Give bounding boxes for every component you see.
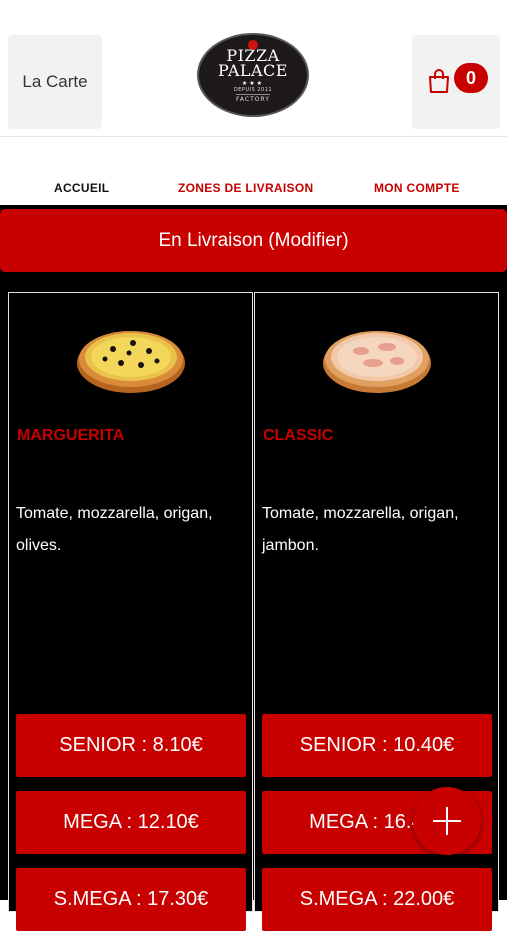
logo-stars: ★★★ — [241, 80, 265, 87]
product-description: Tomate, mozzarella, origan, olives. — [16, 505, 213, 554]
price-button-senior[interactable]: SENIOR : 10.40€ — [262, 714, 492, 777]
pizza-palace-logo[interactable]: PIZZA PALACE ★★★ DEPUIS 2011 FACTORY — [197, 33, 309, 117]
nav-mon-compte[interactable]: MON COMPTE — [374, 181, 460, 195]
product-card-marguerita[interactable]: MARGUERITA Tomate, mozzarella, origan, o… — [8, 292, 253, 931]
nav-zones-de-livraison[interactable]: ZONES DE LIVRAISON — [178, 181, 313, 195]
classic-pizza-image — [323, 331, 431, 393]
product-name: MARGUERITA — [17, 427, 125, 444]
logo-dot — [248, 40, 258, 50]
marguerita-pizza-image — [77, 331, 185, 393]
nav-accueil[interactable]: ACCUEIL — [54, 181, 109, 195]
cart-count-badge: 0 — [454, 63, 488, 93]
price-button-senior[interactable]: SENIOR : 8.10€ — [16, 714, 246, 777]
add-floating-button[interactable] — [413, 787, 481, 855]
logo-sub2: FACTORY — [236, 93, 270, 103]
main-nav: ACCUEIL ZONES DE LIVRAISON MON COMPTE — [0, 137, 507, 205]
plus-icon — [433, 807, 461, 835]
la-carte-button[interactable]: La Carte — [8, 35, 102, 129]
shopping-bag-icon — [429, 69, 449, 93]
logo-sub: DEPUIS 2011 — [233, 86, 273, 93]
price-button-mega[interactable]: MEGA : 12.10€ — [16, 791, 246, 854]
delivery-mode-button[interactable]: En Livraison (Modifier) — [0, 209, 507, 272]
logo-line2: PALACE — [218, 60, 288, 80]
product-description: Tomate, mozzarella, origan, jambon. — [262, 505, 459, 554]
cart-button[interactable]: 0 — [412, 35, 500, 129]
app-header: La Carte PIZZA PALACE ★★★ DEPUIS 2011 FA… — [0, 0, 507, 137]
product-name: CLASSIC — [263, 427, 334, 444]
